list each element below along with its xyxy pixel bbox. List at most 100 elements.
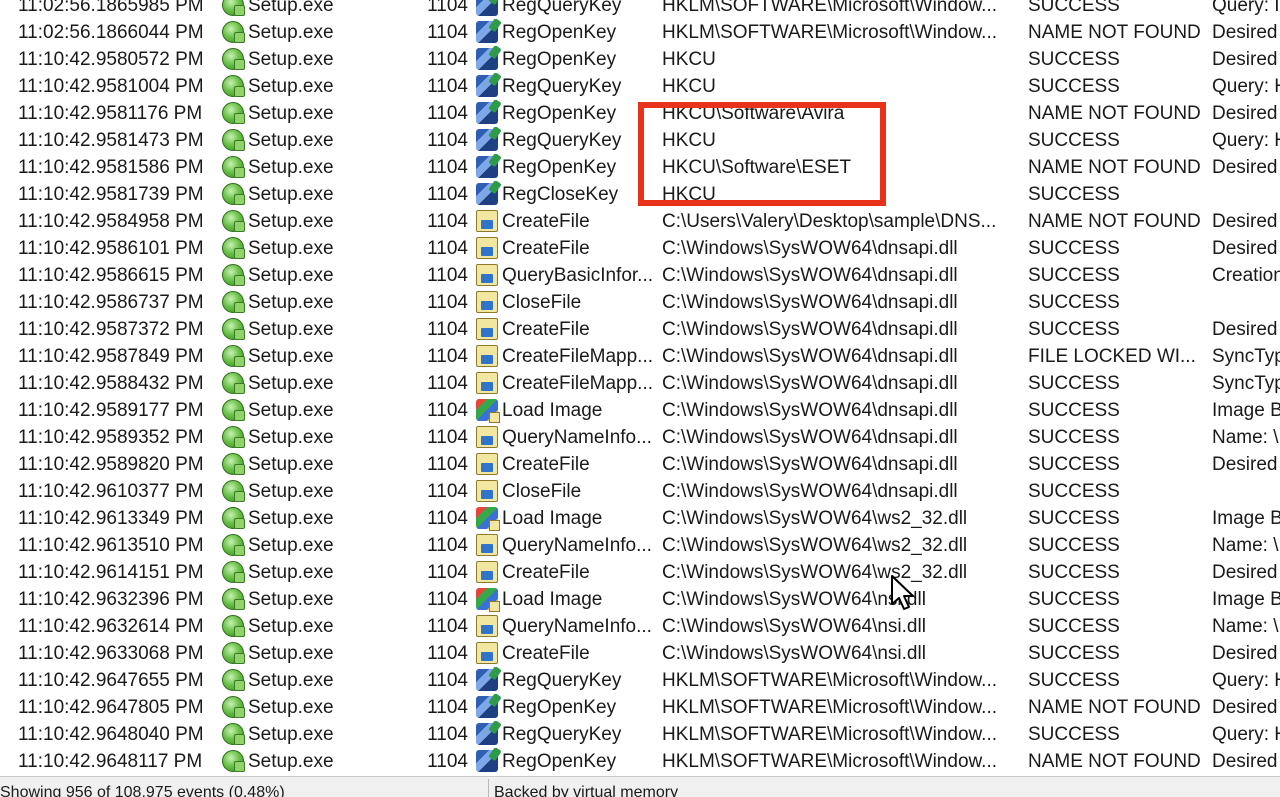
process-cell: Setup.exe — [222, 343, 402, 370]
event-row[interactable]: 11:10:42.9614151 PM Setup.exe 1104 CreateFi… — [0, 559, 1280, 586]
pid-cell: 1104 — [404, 451, 468, 478]
path-cell: C:\Windows\SysWOW64\dnsapi.dll — [662, 289, 1026, 316]
result-cell: SUCCESS — [1028, 424, 1210, 451]
event-row[interactable]: 11:10:42.9589352 PM Setup.exe 1104 QueryNam… — [0, 424, 1280, 451]
path: C:\Windows\SysWOW64\ws2_32.dll — [662, 535, 968, 556]
time-cell: 11:10:42.9581739 PM — [18, 181, 218, 208]
time-cell: 11:10:42.9647805 PM — [18, 694, 218, 721]
event-row[interactable]: 11:10:42.9587372 PM Setup.exe 1104 CreateFi… — [0, 316, 1280, 343]
event-row[interactable]: 11:10:42.9581004 PM Setup.exe 1104 RegQuery… — [0, 73, 1280, 100]
time-of-day: 11:10:42.9589820 PM — [18, 454, 204, 475]
setup-process-icon — [222, 291, 245, 313]
operation-cell: RegOpenKey — [476, 694, 658, 721]
time-cell: 11:10:42.9586615 PM — [18, 262, 218, 289]
time-cell: 11:10:42.9580572 PM — [18, 46, 218, 73]
path-cell: HKCU — [662, 127, 1026, 154]
event-row[interactable]: 11:10:42.9648117 PM Setup.exe 1104 RegOpenK… — [0, 748, 1280, 775]
event-row[interactable]: 11:10:42.9633068 PM Setup.exe 1104 CreateFi… — [0, 640, 1280, 667]
event-row[interactable]: 11:10:42.9584958 PM Setup.exe 1104 CreateFi… — [0, 208, 1280, 235]
path-cell: C:\Windows\SysWOW64\dnsapi.dll — [662, 343, 1026, 370]
time-of-day: 11:10:42.9580572 PM — [18, 49, 204, 70]
process-name: Setup.exe — [248, 697, 334, 718]
process-cell: Setup.exe — [222, 532, 402, 559]
event-row[interactable]: 11:10:42.9648040 PM Setup.exe 1104 RegQuery… — [0, 721, 1280, 748]
path: C:\Windows\SysWOW64\dnsapi.dll — [662, 427, 958, 448]
operation: Load Image — [502, 400, 603, 421]
time-of-day: 11:10:42.9613349 PM — [18, 508, 204, 529]
setup-process-icon — [222, 318, 245, 340]
operation: RegCloseKey — [502, 184, 619, 205]
file-icon — [476, 291, 498, 313]
event-row[interactable]: 11:10:42.9580572 PM Setup.exe 1104 RegOpenK… — [0, 46, 1280, 73]
pid: 1104 — [427, 103, 468, 124]
process-cell: Setup.exe — [222, 748, 402, 775]
process-name: Setup.exe — [248, 508, 334, 529]
operation-cell: Load Image — [476, 586, 658, 613]
event-row[interactable]: 11:10:42.9581586 PM Setup.exe 1104 RegOpenK… — [0, 154, 1280, 181]
path: HKLM\SOFTWARE\Microsoft\Window... — [662, 724, 998, 745]
time-of-day: 11:10:42.9647805 PM — [18, 697, 204, 718]
event-row[interactable]: 11:10:42.9581176 PM Setup.exe 1104 RegOpenK… — [0, 100, 1280, 127]
event-row[interactable]: 11:10:42.9613349 PM Setup.exe 1104 Load Ima… — [0, 505, 1280, 532]
operation: Load Image — [502, 589, 603, 610]
setup-process-icon — [222, 237, 245, 259]
path: HKLM\SOFTWARE\Microsoft\Window... — [662, 22, 998, 43]
process-name: Setup.exe — [248, 616, 334, 637]
operation: RegOpenKey — [502, 49, 617, 70]
event-row[interactable]: 11:02:56.1865985 PM Setup.exe 1104 RegQuery… — [0, 0, 1280, 19]
operation-cell: CreateFileMapp... — [476, 370, 658, 397]
event-row[interactable]: 11:10:42.9589820 PM Setup.exe 1104 CreateFi… — [0, 451, 1280, 478]
result: SUCCESS — [1028, 535, 1120, 556]
path: C:\Windows\SysWOW64\ws2_32.dll — [662, 562, 968, 583]
event-row[interactable]: 11:10:42.9586615 PM Setup.exe 1104 QueryBas… — [0, 262, 1280, 289]
time-of-day: 11:10:42.9588432 PM — [18, 373, 204, 394]
time-cell: 11:10:42.9587372 PM — [18, 316, 218, 343]
result-cell: SUCCESS — [1028, 370, 1210, 397]
detail-cell: Creation — [1212, 262, 1280, 289]
event-row[interactable]: 11:10:42.9587849 PM Setup.exe 1104 CreateFi… — [0, 343, 1280, 370]
event-row[interactable]: 11:10:42.9588432 PM Setup.exe 1104 CreateFi… — [0, 370, 1280, 397]
event-row[interactable]: 11:10:42.9586101 PM Setup.exe 1104 CreateFi… — [0, 235, 1280, 262]
operation: RegOpenKey — [502, 751, 617, 772]
detail: Desired — [1212, 22, 1278, 43]
event-row[interactable]: 11:10:42.9586737 PM Setup.exe 1104 CloseFil… — [0, 289, 1280, 316]
event-row[interactable]: 11:10:42.9632614 PM Setup.exe 1104 QueryNam… — [0, 613, 1280, 640]
result-cell: SUCCESS — [1028, 289, 1210, 316]
operation-cell: QueryBasicInfor... — [476, 262, 658, 289]
event-row[interactable]: 11:10:42.9613510 PM Setup.exe 1104 QueryNam… — [0, 532, 1280, 559]
operation-cell: CreateFile — [476, 235, 658, 262]
detail-cell: Query: H — [1212, 667, 1280, 694]
event-row[interactable]: 11:10:42.9647655 PM Setup.exe 1104 RegQuery… — [0, 667, 1280, 694]
event-row[interactable]: 11:10:42.9589177 PM Setup.exe 1104 Load Ima… — [0, 397, 1280, 424]
process-name: Setup.exe — [248, 76, 334, 97]
detail-cell: Desired — [1212, 235, 1280, 262]
detail-cell — [1212, 181, 1280, 208]
result: SUCCESS — [1028, 589, 1120, 610]
event-row[interactable]: 11:10:42.9581473 PM Setup.exe 1104 RegQuery… — [0, 127, 1280, 154]
process-name: Setup.exe — [248, 454, 334, 475]
process-cell: Setup.exe — [222, 316, 402, 343]
pid: 1104 — [427, 157, 468, 178]
path-cell: C:\Windows\SysWOW64\nsi.dll — [662, 640, 1026, 667]
time-cell: 11:10:42.9613510 PM — [18, 532, 218, 559]
time-of-day: 11:10:42.9587372 PM — [18, 319, 204, 340]
time-of-day: 11:10:42.9581004 PM — [18, 76, 204, 97]
detail: Desired — [1212, 49, 1278, 70]
pid-cell: 1104 — [404, 370, 468, 397]
event-row[interactable]: 11:10:42.9647805 PM Setup.exe 1104 RegOpenK… — [0, 694, 1280, 721]
event-row[interactable]: 11:10:42.9610377 PM Setup.exe 1104 CloseFil… — [0, 478, 1280, 505]
registry-icon — [476, 723, 498, 745]
detail-cell: Desired — [1212, 208, 1280, 235]
operation: QueryNameInfo... — [502, 427, 652, 448]
file-icon — [476, 615, 498, 637]
event-row[interactable]: 11:10:42.9632396 PM Setup.exe 1104 Load Ima… — [0, 586, 1280, 613]
result-cell: SUCCESS — [1028, 667, 1210, 694]
process-cell: Setup.exe — [222, 505, 402, 532]
event-row[interactable]: 11:02:56.1866044 PM Setup.exe 1104 RegOpenK… — [0, 19, 1280, 46]
pid-cell: 1104 — [404, 586, 468, 613]
detail: Desired — [1212, 157, 1278, 178]
event-row[interactable]: 11:10:42.9581739 PM Setup.exe 1104 RegClose… — [0, 181, 1280, 208]
operation-cell: QueryNameInfo... — [476, 532, 658, 559]
time-of-day: 11:10:42.9647655 PM — [18, 670, 204, 691]
operation-cell: Load Image — [476, 505, 658, 532]
